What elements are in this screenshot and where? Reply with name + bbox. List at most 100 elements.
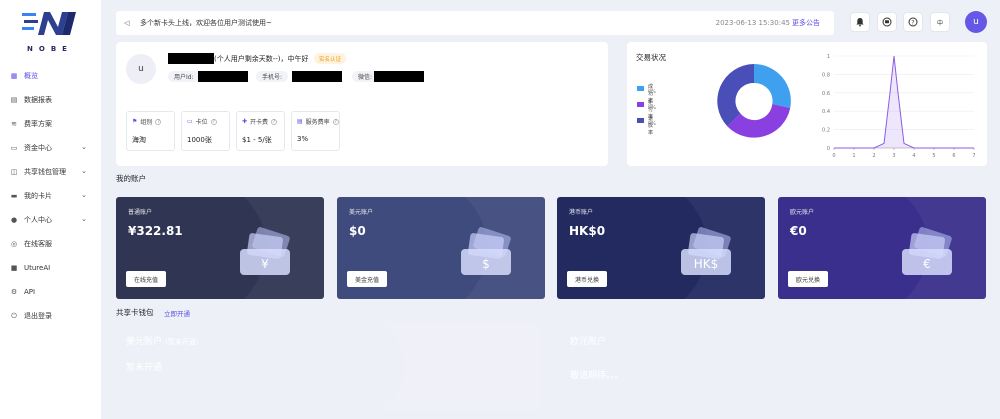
sidebar-item-label: 共享钱包管理 <box>24 168 66 176</box>
stat-card: ▭ 卡位? 1000张 <box>181 111 230 151</box>
stat-card: ⚑ 组别? 海淘 <box>126 111 175 151</box>
sidebar-item-label: 概览 <box>24 72 38 80</box>
phone-label: 手机号: <box>256 71 289 82</box>
usd-wallet-decoration <box>382 322 542 410</box>
sidebar-item-9[interactable]: ⚙ API <box>0 280 101 304</box>
api-icon: ⚙ <box>10 288 18 296</box>
sidebar-item-2[interactable]: ≋ 费率方案 <box>0 112 101 136</box>
help-icon[interactable]: ? <box>903 12 923 32</box>
help-icon[interactable]: ? <box>210 118 217 125</box>
share-wallet-icon: ◫ <box>10 168 18 176</box>
account-name: 欧元账户 <box>790 209 815 216</box>
sidebar-item-3[interactable]: ▭ 资金中心 ⌄ <box>0 136 101 160</box>
sidebar-item-4[interactable]: ◫ 共享钱包管理 ⌄ <box>0 160 101 184</box>
legend-value: 0% <box>648 121 656 127</box>
account-card: 港币账户 HK$0 HK$ 港币兑换 <box>557 197 765 299</box>
chevron-down-icon: ⌄ <box>81 191 87 199</box>
chevron-down-icon: ⌄ <box>81 143 87 151</box>
legend-swatch <box>637 118 644 123</box>
x-tick-label: 7 <box>972 153 975 159</box>
account-action-button[interactable]: 在线充值 <box>126 271 167 287</box>
currency-icon: HK$ <box>681 227 731 275</box>
sidebar-item-label: API <box>24 288 36 296</box>
trade-status-card: 交易状况 成功率 0% 拒付率 0% 退款率 0% 0 0.2 0.4 0.6 0.8 1 0 1 2 3 4… <box>627 42 987 166</box>
bell-icon[interactable] <box>850 12 870 32</box>
eur-wallet-title: 欧元账户 <box>570 334 606 347</box>
legend-swatch <box>637 102 644 107</box>
trade-donut-chart <box>717 64 791 138</box>
help-icon[interactable]: ? <box>332 118 339 125</box>
sidebar-item-1[interactable]: ▤ 数据报表 <box>0 88 101 112</box>
sidebar-item-6[interactable]: ● 个人中心 ⌄ <box>0 208 101 232</box>
sidebar-item-label: 个人中心 <box>24 216 52 224</box>
stat-value: 3% <box>297 135 309 143</box>
x-tick-label: 3 <box>892 153 895 159</box>
account-action-button[interactable]: 欧元兑换 <box>788 271 829 287</box>
legend-value: 0% <box>648 89 656 95</box>
language-icon[interactable]: 中 <box>930 12 950 32</box>
sidebar-item-label: 数据报表 <box>24 96 52 104</box>
stat-label: 开卡费 <box>250 119 269 126</box>
account-name: 美元账户 <box>349 209 374 216</box>
sidebar-item-0[interactable]: ▦ 概览 <box>0 64 101 88</box>
x-tick-label: 5 <box>932 153 935 159</box>
dashboard-icon: ▦ <box>10 72 18 80</box>
language-glyph: 中 <box>936 19 943 27</box>
x-tick-label: 0 <box>832 153 835 159</box>
message-icon[interactable] <box>877 12 897 32</box>
sidebar-item-8[interactable]: ■ UtureAI <box>0 256 101 280</box>
currency-icon: $ <box>461 227 511 275</box>
account-balance: ¥322.81 <box>128 224 183 238</box>
sidebar-nav: ▦ 概览 ▤ 数据报表 ≋ 费率方案 ▭ 资金中心 ⌄ ◫ 共享钱包管理 ⌄ ▬ 我的卡片 ⌄ ● 个人中心 ⌄ ◎… <box>0 64 101 328</box>
account-balance: €0 <box>790 224 807 238</box>
sidebar-item-label: 费率方案 <box>24 120 52 128</box>
account-card: 普通账户 ¥322.81 ¥ 在线充值 <box>116 197 324 299</box>
x-tick-label: 1 <box>852 153 855 159</box>
redacted-name <box>168 53 214 64</box>
help-icon[interactable]: ? <box>271 118 278 125</box>
fee-icon: ✚ <box>242 118 248 125</box>
account-action-button[interactable]: 美金充值 <box>347 271 388 287</box>
profile-card: u (个人用户剩余天数--)，中午好 实名认证 用户Id: 手机号: 微信: ⚑… <box>116 42 608 166</box>
logout-icon: ⏻ <box>11 311 17 320</box>
currency-symbol: HK$ <box>694 257 719 271</box>
y-tick-label: 1 <box>827 54 830 60</box>
report-icon: ▤ <box>10 96 18 104</box>
speaker-icon: ◁ <box>124 19 130 27</box>
notice-bar: ◁ 多个新卡头上线，欢迎各位用户测试使用~ 2023-06-13 15:30:4… <box>116 11 834 35</box>
more-notices-link[interactable]: 更多公告 <box>792 18 820 28</box>
usd-wallet-status: 暂未开通 <box>126 363 163 373</box>
sidebar-item-10[interactable]: ⏻ 退出登录 <box>0 304 101 328</box>
account-balance: HK$0 <box>569 224 606 238</box>
trade-line-chart: 0 0.2 0.4 0.6 0.8 1 0 1 2 3 4 5 6 7 <box>822 54 976 159</box>
help-icon[interactable]: ? <box>155 118 162 125</box>
stat-label-row: ⚑ 组别? <box>132 117 162 126</box>
stat-card: ▤ 服务费率? 3% <box>291 111 340 151</box>
account-action-button[interactable]: 港币兑换 <box>567 271 608 287</box>
notice-message[interactable]: 多个新卡头上线，欢迎各位用户测试使用~ <box>140 18 272 28</box>
currency-icon: ¥ <box>240 227 290 275</box>
stat-value: $1 - 5/张 <box>242 136 272 144</box>
shared-wallet-eur[interactable]: 欧元账户 敬请期待。。。 <box>560 322 986 410</box>
eur-wallet-decoration <box>826 322 986 410</box>
logo[interactable]: NOBE <box>20 8 80 54</box>
eur-wallet-title-text: 欧元账户 <box>570 337 607 347</box>
x-tick-label: 2 <box>872 153 875 159</box>
currency-symbol: $ <box>482 257 490 271</box>
y-tick-label: 0 <box>827 146 830 152</box>
activate-now-link[interactable]: 立即开通 <box>164 308 190 318</box>
currency-icon: € <box>902 227 952 275</box>
sidebar-item-label: 在线客服 <box>24 240 52 248</box>
account-name: 港币账户 <box>569 209 594 216</box>
logo-text: NOBE <box>27 45 73 53</box>
stat-value: 海淘 <box>132 136 146 144</box>
sidebar-item-7[interactable]: ◎ 在线客服 <box>0 232 101 256</box>
chevron-down-icon: ⌄ <box>81 167 87 175</box>
rate-icon: ≋ <box>11 120 17 128</box>
shared-wallet-usd[interactable]: 美元账户 (暂未开通) 暂未开通 <box>116 322 542 410</box>
sidebar-item-5[interactable]: ▬ 我的卡片 ⌄ <box>0 184 101 208</box>
avatar[interactable]: u <box>965 11 987 33</box>
account-card: 欧元账户 €0 € 欧元兑换 <box>778 197 986 299</box>
verified-badge: 实名认证 <box>314 53 347 64</box>
ai-icon: ■ <box>10 264 18 272</box>
